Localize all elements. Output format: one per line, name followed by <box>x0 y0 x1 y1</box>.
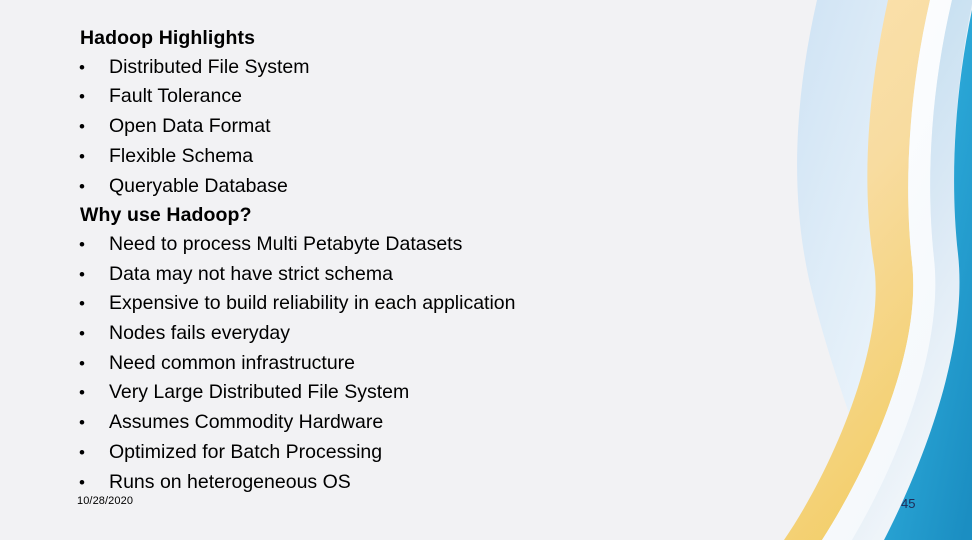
bullet-icon: • <box>79 87 85 107</box>
list-item: • Need to process Multi Petabyte Dataset… <box>78 230 778 260</box>
bullet-icon: • <box>79 383 85 403</box>
bullet-icon: • <box>79 264 85 284</box>
list-item-label: Flexible Schema <box>109 144 254 167</box>
slide-number: 45 <box>901 496 916 511</box>
list-item: • Data may not have strict schema <box>78 260 778 290</box>
list-item: • Runs on heterogeneous OS <box>78 468 778 498</box>
bullet-icon: • <box>79 234 85 254</box>
section-heading-why-use-hadoop: Why use Hadoop? <box>80 204 252 227</box>
list-item: • Queryable Database <box>78 172 778 202</box>
list-item-label: Queryable Database <box>109 174 288 197</box>
bullet-icon: • <box>79 57 85 77</box>
list-item: • Need common infrastructure <box>78 349 778 379</box>
list-item-label: Assumes Commodity Hardware <box>109 411 384 434</box>
list-item: • Assumes Commodity Hardware <box>78 408 778 438</box>
bullet-icon: • <box>79 413 85 433</box>
list-item-label: Distributed File System <box>109 55 310 78</box>
bullet-icon: • <box>79 294 85 314</box>
list-item-label: Expensive to build reliability in each a… <box>109 292 516 315</box>
list-item: • Very Large Distributed File System <box>78 378 778 408</box>
section-heading-hadoop-highlights: Hadoop Highlights <box>80 27 256 49</box>
list-item: • Expensive to build reliability in each… <box>78 289 778 319</box>
list-item: • Optimized for Batch Processing <box>78 438 778 468</box>
list-item: • Distributed File System <box>78 53 778 83</box>
list-item-label: Runs on heterogeneous OS <box>109 470 351 493</box>
bullet-icon: • <box>79 176 85 196</box>
list-item: • Flexible Schema <box>78 142 778 172</box>
bullet-icon: • <box>79 442 85 462</box>
bullet-icon: • <box>79 146 85 166</box>
list-item-label: Data may not have strict schema <box>109 262 393 285</box>
bullet-icon: • <box>79 324 85 344</box>
list-item: • Fault Tolerance <box>78 82 778 112</box>
bullet-icon: • <box>79 353 85 373</box>
list-item-label: Need to process Multi Petabyte Datasets <box>109 232 463 255</box>
bullet-icon: • <box>79 472 85 492</box>
list-item-label: Optimized for Batch Processing <box>109 440 383 463</box>
slide-body: Hadoop Highlights • Distributed File Sys… <box>78 24 778 497</box>
list-item-label: Nodes fails everyday <box>109 322 291 345</box>
list-item: • Open Data Format <box>78 112 778 142</box>
list-item-label: Fault Tolerance <box>109 85 242 108</box>
slide: Hadoop Highlights • Distributed File Sys… <box>0 0 972 540</box>
list-item-label: Open Data Format <box>109 115 271 138</box>
list-item: • Nodes fails everyday <box>78 319 778 349</box>
list-item-label: Need common infrastructure <box>109 351 356 374</box>
corner-swoosh-graphic <box>762 0 972 540</box>
list-item-label: Very Large Distributed File System <box>109 381 410 404</box>
footer-date: 10/28/2020 <box>77 495 134 507</box>
bullet-icon: • <box>79 117 85 137</box>
